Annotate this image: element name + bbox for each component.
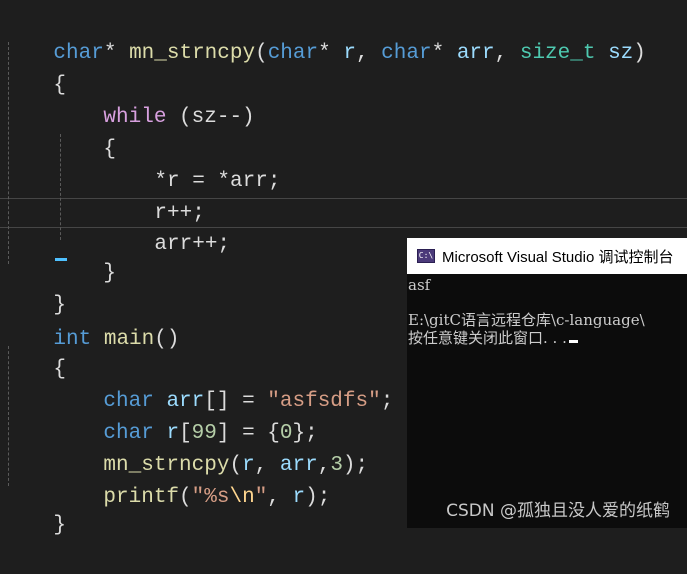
token: ; — [380, 390, 394, 413]
parameter-name: sz — [608, 42, 634, 65]
token: , — [267, 486, 293, 509]
parameter-name: arr — [456, 42, 495, 65]
console-cursor — [568, 340, 578, 343]
token: * — [103, 42, 130, 65]
close-brace: } — [53, 514, 67, 537]
close-brace: } — [103, 262, 117, 285]
string-literal: " — [254, 486, 268, 509]
function-name: mn_strncpy — [129, 42, 256, 65]
console-prompt-text: 按任意键关闭此窗口. . . — [408, 329, 567, 347]
token: * — [318, 42, 344, 65]
escape-sequence: \n — [229, 486, 255, 509]
parameter-name: r — [343, 42, 356, 65]
code-line-increment-r: r++; — [104, 166, 204, 225]
console-title: Microsoft Visual Studio 调试控制台 — [442, 248, 674, 266]
code-line-while: while (sz--) — [53, 70, 254, 129]
token: () — [154, 328, 180, 351]
console-output-line: asf — [408, 276, 431, 294]
token: * — [431, 42, 457, 65]
code-line-signature: char* mn_strncpy(char* r, char* arr, siz… — [3, 6, 645, 65]
code-line-increment-arr: arr++; — [104, 197, 230, 256]
token: ); — [305, 486, 331, 509]
token: , — [494, 42, 520, 65]
token: , — [355, 42, 382, 65]
console-output-line: 按任意键关闭此窗口. . . — [408, 329, 578, 347]
console-app-icon: C:\ — [417, 249, 435, 263]
code-line-assign: *r = *arr; — [104, 134, 280, 193]
token: ) — [633, 42, 646, 65]
statement: arr++; — [154, 233, 231, 256]
console-titlebar[interactable]: C:\ Microsoft Visual Studio 调试控制台 — [407, 238, 687, 274]
type-keyword: char — [267, 42, 319, 65]
watermark-text: CSDN @孤独且没人爱的纸鹤 — [446, 501, 670, 521]
function-name: printf — [103, 486, 180, 509]
console-output-line: E:\gitC语言远程仓库\c-language\ — [408, 311, 645, 329]
code-line-call: mn_strncpy(r, arr,3); — [53, 418, 368, 477]
code-line-brace: { — [53, 102, 116, 161]
token: ( — [179, 486, 192, 509]
code-line-brace: { — [3, 322, 66, 381]
code-line-decl-arr: char arr[] = "asfsdfs"; — [53, 354, 393, 413]
number-literal: 3 — [330, 454, 343, 477]
code-line-brace: } — [53, 226, 116, 285]
variable-name: r — [292, 486, 306, 509]
function-name: main — [103, 328, 155, 351]
token: ); — [342, 454, 369, 477]
code-line-decl-r: char r[99] = {0}; — [53, 386, 317, 445]
token: (sz--) — [166, 106, 255, 129]
code-line-brace: } — [3, 258, 66, 317]
token: ( — [255, 42, 268, 65]
code-line-brace: { — [3, 38, 66, 97]
string-literal: "%s — [191, 486, 230, 509]
code-line-brace: } — [3, 478, 66, 537]
debug-console-window[interactable]: C:\ Microsoft Visual Studio 调试控制台 asf E:… — [407, 238, 687, 528]
type-keyword: char — [381, 42, 432, 65]
code-line-main: int main() — [3, 292, 179, 351]
type-name: size_t — [519, 42, 596, 65]
code-line-printf: printf("%s\n", r); — [53, 450, 330, 509]
